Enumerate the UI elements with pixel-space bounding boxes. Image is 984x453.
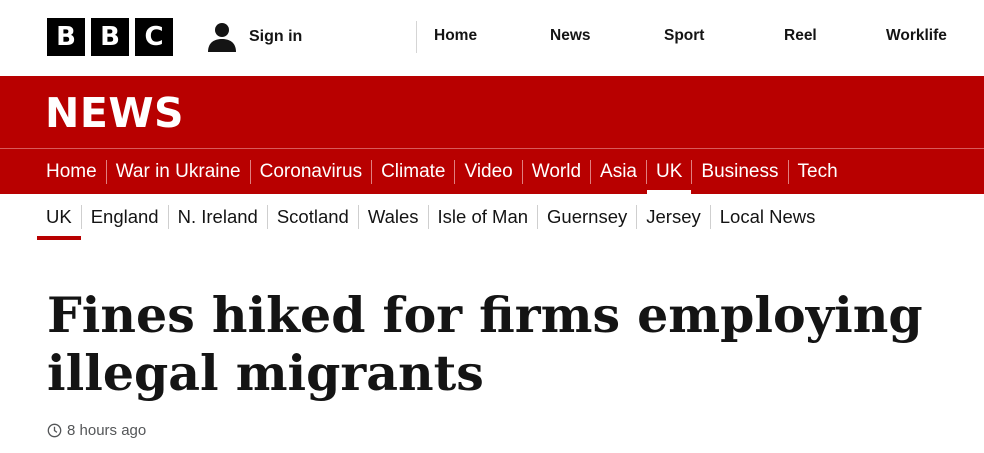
logo-letter-c: C [135,18,173,56]
sign-in-button[interactable]: Sign in [206,21,302,53]
main-nav-war-in-ukraine[interactable]: War in Ukraine [107,149,250,194]
article-headline: Fines hiked for firms employing illegal … [47,286,923,402]
user-icon [208,23,236,52]
main-nav-home[interactable]: Home [37,149,106,194]
sub-nav-n-ireland[interactable]: N. Ireland [169,194,267,240]
main-nav: Home War in Ukraine Coronavirus Climate … [37,149,847,194]
sub-nav-guernsey[interactable]: Guernsey [538,194,636,240]
main-nav-asia[interactable]: Asia [591,149,646,194]
sub-nav-england[interactable]: England [82,194,168,240]
main-nav-business[interactable]: Business [692,149,787,194]
top-nav-reel[interactable]: Reel [784,27,817,45]
main-nav-climate[interactable]: Climate [372,149,454,194]
sign-in-label: Sign in [249,28,303,45]
top-nav-news[interactable]: News [550,27,591,45]
top-bar: B B C Sign in Home News Sport Reel Workl… [0,0,984,76]
sub-nav-uk[interactable]: UK [37,194,81,240]
sub-nav: UK England N. Ireland Scotland Wales Isl… [37,194,824,240]
bbc-logo[interactable]: B B C [47,18,173,56]
top-nav-divider [416,21,417,53]
sub-nav-jersey[interactable]: Jersey [637,194,710,240]
news-wordmark[interactable]: NEWS [45,89,184,137]
logo-letter-b2: B [91,18,129,56]
news-banner: NEWS Home War in Ukraine Coronavirus Cli… [0,76,984,194]
top-nav-worklife[interactable]: Worklife [886,27,947,45]
main-nav-uk[interactable]: UK [647,149,692,194]
timestamp-text: 8 hours ago [67,422,147,439]
main-nav-coronavirus[interactable]: Coronavirus [251,149,371,194]
sub-nav-scotland[interactable]: Scotland [268,194,358,240]
top-nav-home[interactable]: Home [434,27,477,45]
main-nav-tech[interactable]: Tech [789,149,847,194]
sub-nav-wales[interactable]: Wales [359,194,428,240]
main-nav-video[interactable]: Video [455,149,521,194]
clock-icon [47,423,62,438]
top-nav-sport[interactable]: Sport [664,27,704,45]
main-nav-world[interactable]: World [523,149,590,194]
sub-nav-isle-of-man[interactable]: Isle of Man [429,194,538,240]
article-timestamp: 8 hours ago [47,422,146,439]
sub-nav-local-news[interactable]: Local News [711,194,825,240]
logo-letter-b1: B [47,18,85,56]
